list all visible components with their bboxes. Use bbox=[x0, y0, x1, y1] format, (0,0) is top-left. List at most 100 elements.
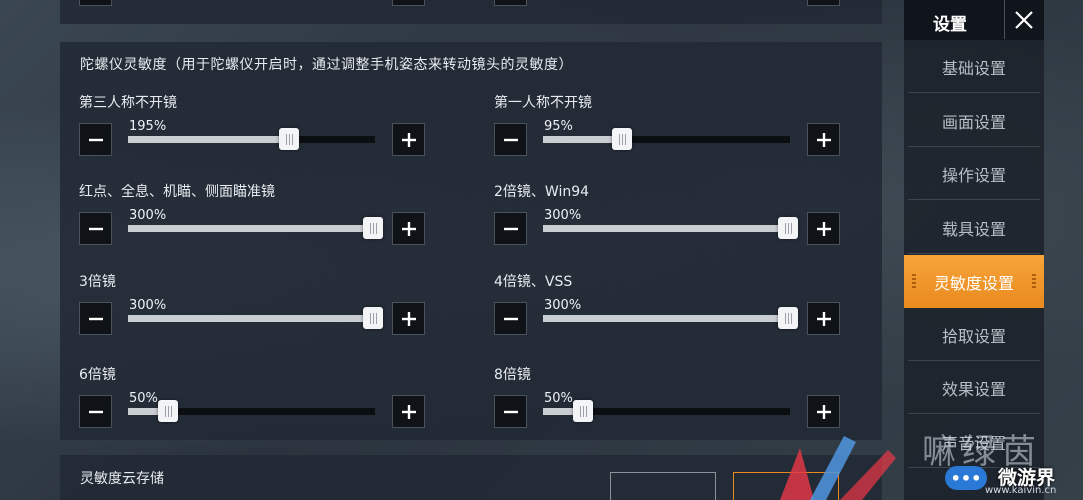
sidebar-item-label: 拾取设置 bbox=[941, 326, 1006, 346]
sidebar-item-label: 灵敏度设置 bbox=[933, 273, 1014, 293]
setting-value: 300% bbox=[544, 298, 582, 313]
previous-section-panel bbox=[60, 0, 882, 24]
setting-label: 4倍镜、VSS bbox=[494, 274, 573, 290]
slider-fill bbox=[543, 315, 790, 322]
sensitivity-slider[interactable] bbox=[128, 307, 383, 329]
cloud-action-button-1[interactable] bbox=[610, 472, 716, 500]
decrease-button[interactable] bbox=[79, 302, 112, 335]
watermark-url: www.kaivin.cn bbox=[985, 485, 1057, 496]
grip-icon bbox=[912, 274, 916, 290]
setting-value: 300% bbox=[544, 208, 582, 223]
sidebar-item[interactable]: 拾取设置 bbox=[908, 309, 1040, 361]
plus-icon bbox=[401, 311, 416, 326]
slider-thumb[interactable] bbox=[158, 400, 178, 422]
decrease-button[interactable] bbox=[494, 212, 527, 245]
slider-thumb[interactable] bbox=[778, 217, 798, 239]
slider-fill bbox=[543, 225, 790, 232]
setting-label: 2倍镜、Win94 bbox=[494, 184, 590, 200]
sidebar-item[interactable]: 操作设置 bbox=[908, 148, 1040, 200]
setting-label: 红点、全息、机瞄、侧面瞄准镜 bbox=[79, 184, 275, 200]
setting-value: 95% bbox=[544, 119, 573, 134]
slider-fill bbox=[128, 315, 375, 322]
watermark-badge: ••• bbox=[945, 466, 987, 490]
minus-icon bbox=[88, 227, 103, 230]
sensitivity-slider[interactable] bbox=[128, 128, 375, 150]
slider-fill bbox=[543, 136, 622, 143]
plus-icon bbox=[401, 404, 416, 419]
cloud-storage-label: 灵敏度云存储 bbox=[80, 471, 164, 487]
increase-button[interactable] bbox=[807, 302, 840, 335]
plus-icon bbox=[816, 404, 831, 419]
slider-thumb[interactable] bbox=[279, 128, 299, 150]
setting-label: 8倍镜 bbox=[494, 367, 531, 383]
decrease-button[interactable] bbox=[79, 395, 112, 428]
setting-value: 195% bbox=[129, 119, 167, 134]
minus-button-partial[interactable] bbox=[494, 0, 527, 6]
setting-label: 3倍镜 bbox=[79, 274, 116, 290]
sidebar-item[interactable]: 效果设置 bbox=[908, 362, 1040, 414]
minus-icon bbox=[503, 227, 518, 230]
sensitivity-slider[interactable] bbox=[543, 128, 790, 150]
slider-thumb[interactable] bbox=[363, 307, 383, 329]
sidebar-item-label: 载具设置 bbox=[941, 219, 1006, 239]
plus-icon bbox=[816, 221, 831, 236]
increase-button[interactable] bbox=[392, 395, 425, 428]
increase-button[interactable] bbox=[807, 395, 840, 428]
slider-fill bbox=[128, 136, 289, 143]
sidebar-item-label: 效果设置 bbox=[941, 379, 1006, 399]
sensitivity-slider[interactable] bbox=[543, 307, 798, 329]
sensitivity-slider[interactable] bbox=[543, 217, 798, 239]
sensitivity-slider[interactable] bbox=[543, 400, 790, 422]
increase-button[interactable] bbox=[392, 123, 425, 156]
sidebar-title: 设置 bbox=[933, 15, 967, 35]
grip-icon bbox=[1032, 274, 1036, 290]
minus-icon bbox=[503, 138, 518, 141]
minus-icon bbox=[88, 317, 103, 320]
decrease-button[interactable] bbox=[494, 123, 527, 156]
plus-icon bbox=[816, 132, 831, 147]
setting-label: 第一人称不开镜 bbox=[494, 95, 592, 111]
setting-value: 300% bbox=[129, 298, 167, 313]
close-button[interactable] bbox=[1004, 0, 1043, 39]
sidebar-item[interactable]: 灵敏度设置 bbox=[904, 255, 1044, 308]
gyroscope-sensitivity-panel bbox=[60, 42, 882, 440]
minus-icon bbox=[88, 410, 103, 413]
minus-icon bbox=[88, 138, 103, 141]
setting-value: 50% bbox=[129, 391, 158, 406]
slider-thumb[interactable] bbox=[363, 217, 383, 239]
sidebar-item-label: 画面设置 bbox=[941, 112, 1006, 132]
increase-button[interactable] bbox=[392, 212, 425, 245]
sidebar-item[interactable]: 基础设置 bbox=[908, 41, 1040, 93]
watermark-logo-icon bbox=[780, 436, 896, 500]
plus-button-partial[interactable] bbox=[807, 0, 840, 6]
increase-button[interactable] bbox=[807, 212, 840, 245]
plus-button-partial[interactable] bbox=[392, 0, 425, 6]
sidebar-item-label: 操作设置 bbox=[941, 165, 1006, 185]
sidebar-item-label: 基础设置 bbox=[941, 58, 1006, 78]
minus-button-partial[interactable] bbox=[79, 0, 112, 6]
slider-thumb[interactable] bbox=[573, 400, 593, 422]
sidebar-item[interactable]: 画面设置 bbox=[908, 95, 1040, 147]
decrease-button[interactable] bbox=[79, 212, 112, 245]
setting-label: 第三人称不开镜 bbox=[79, 95, 177, 111]
sidebar-item[interactable]: 载具设置 bbox=[908, 202, 1040, 254]
increase-button[interactable] bbox=[807, 123, 840, 156]
close-icon bbox=[1015, 10, 1033, 29]
decrease-button[interactable] bbox=[494, 302, 527, 335]
decrease-button[interactable] bbox=[79, 123, 112, 156]
slider-thumb[interactable] bbox=[612, 128, 632, 150]
decrease-button[interactable] bbox=[494, 395, 527, 428]
plus-icon bbox=[401, 132, 416, 147]
slider-fill bbox=[128, 225, 375, 232]
sensitivity-slider[interactable] bbox=[128, 217, 383, 239]
minus-icon bbox=[503, 410, 518, 413]
setting-label: 6倍镜 bbox=[79, 367, 116, 383]
plus-icon bbox=[401, 221, 416, 236]
plus-icon bbox=[816, 311, 831, 326]
minus-icon bbox=[503, 317, 518, 320]
slider-thumb[interactable] bbox=[778, 307, 798, 329]
increase-button[interactable] bbox=[392, 302, 425, 335]
setting-value: 50% bbox=[544, 391, 573, 406]
sensitivity-slider[interactable] bbox=[128, 400, 375, 422]
section-title: 陀螺仪灵敏度（用于陀螺仪开启时，通过调整手机姿态来转动镜头的灵敏度） bbox=[80, 57, 573, 73]
